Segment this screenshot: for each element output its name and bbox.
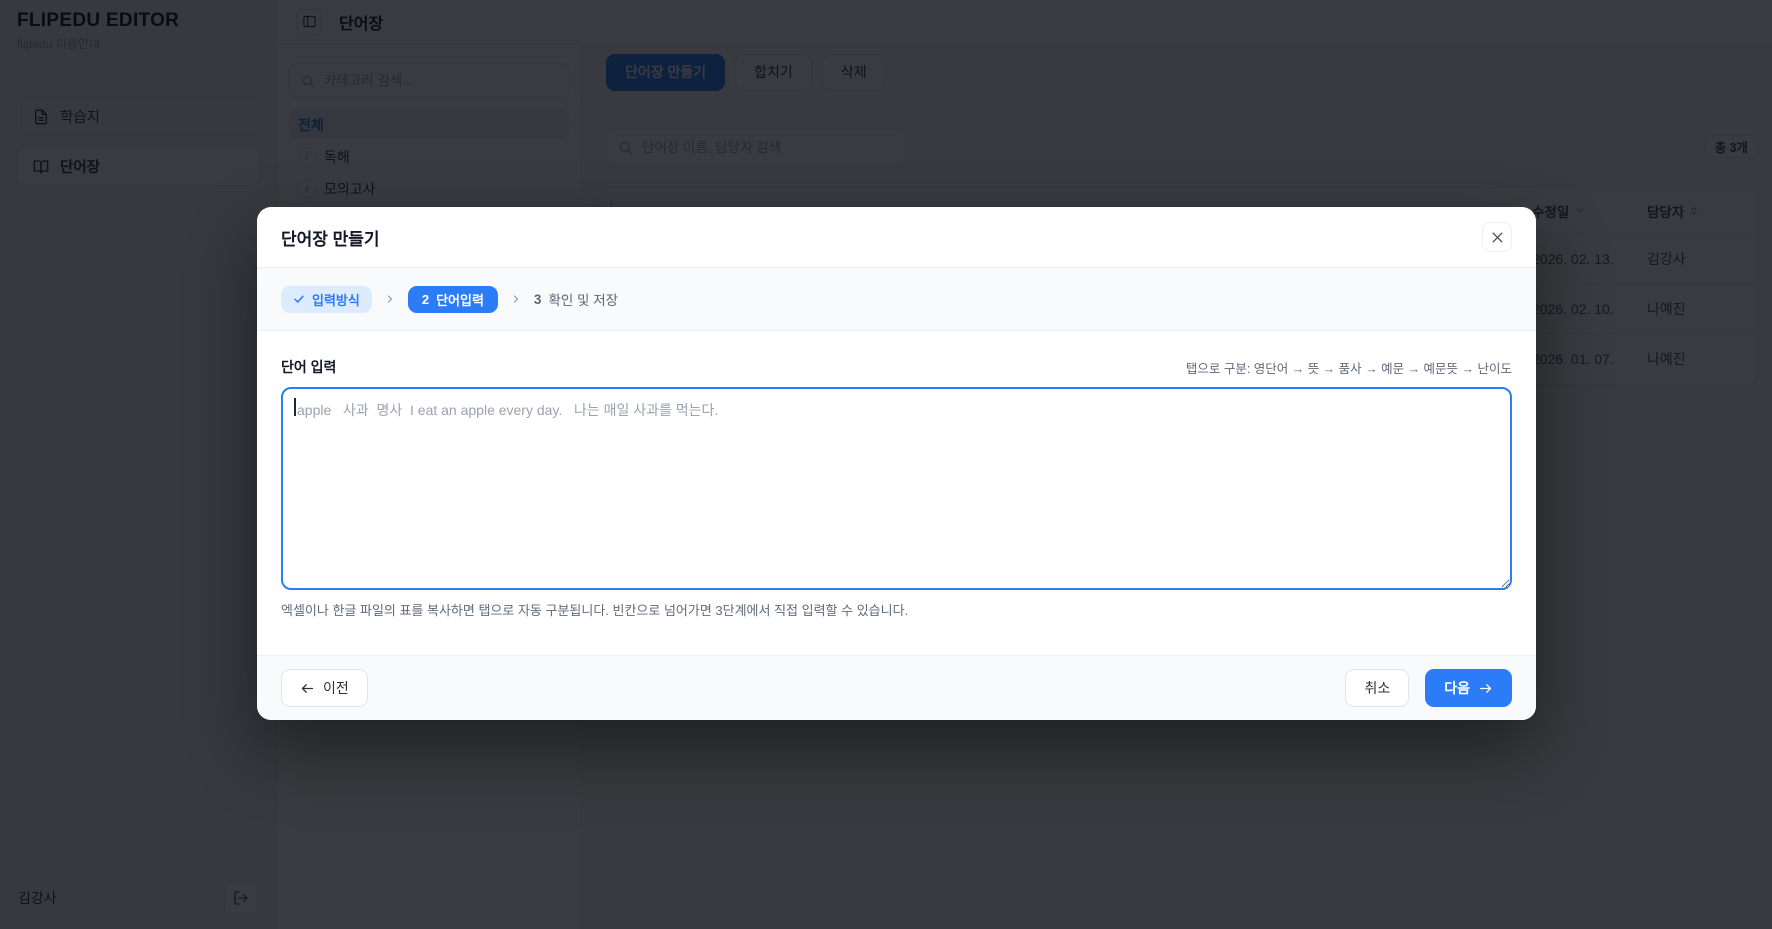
close-icon xyxy=(1492,232,1502,242)
app-root: FLIPEDU EDITOR flipedu 이용안내 학습지 단어장 김강사 … xyxy=(0,0,1772,929)
paste-helper-text: 엑셀이나 한글 파일의 표를 복사하면 탭으로 자동 구분됩니다. 빈칸으로 넘… xyxy=(281,603,909,618)
text-caret xyxy=(294,398,296,416)
tab-format-hint: 탭으로 구분: 영단어 → 뜻 → 품사 → 예문 → 예문뜻 → 난이도 xyxy=(1185,362,1512,376)
next-button-label: 다음 xyxy=(1444,680,1470,696)
field-label-row: 단어 입력 탭으로 구분: 영단어 → 뜻 → 품사 → 예문 → 예문뜻 → … xyxy=(281,357,1512,377)
modal-footer: 이전 취소 다음 xyxy=(257,655,1536,720)
prev-button[interactable]: 이전 xyxy=(281,669,368,707)
chevron-right-icon xyxy=(384,293,396,305)
word-textarea-wrap xyxy=(281,387,1512,590)
close-button[interactable] xyxy=(1482,222,1512,252)
step-input-method[interactable]: 입력방식 xyxy=(281,285,372,313)
arrow-right-icon xyxy=(1479,683,1492,693)
modal-header: 단어장 만들기 xyxy=(257,207,1536,268)
word-input-textarea[interactable] xyxy=(281,387,1512,590)
step-label: 확인 및 저장 xyxy=(548,293,619,308)
cancel-button[interactable]: 취소 xyxy=(1345,669,1410,707)
step-confirm-save[interactable]: 3 확인 및 저장 xyxy=(534,289,618,309)
create-vocab-modal: 단어장 만들기 입력방식 2 단어입력 3 확인 및 저장 단어 입력 탭으로 … xyxy=(257,207,1536,720)
step-number: 2 xyxy=(421,291,430,307)
modal-title: 단어장 만들기 xyxy=(281,229,380,249)
step-number: 3 xyxy=(533,291,542,307)
next-button[interactable]: 다음 xyxy=(1425,669,1512,707)
modal-body: 단어 입력 탭으로 구분: 영단어 → 뜻 → 품사 → 예문 → 예문뜻 → … xyxy=(257,331,1536,655)
prev-button-label: 이전 xyxy=(323,680,349,696)
footer-actions: 취소 다음 xyxy=(1345,669,1512,707)
word-input-label: 단어 입력 xyxy=(281,359,337,375)
step-word-entry[interactable]: 2 단어입력 xyxy=(407,285,498,313)
step-label: 단어입력 xyxy=(436,292,484,308)
arrow-left-icon xyxy=(301,683,314,693)
step-label: 입력방식 xyxy=(312,292,360,308)
chevron-right-icon xyxy=(510,293,522,305)
check-icon xyxy=(294,295,304,303)
step-indicator: 입력방식 2 단어입력 3 확인 및 저장 xyxy=(257,268,1536,331)
